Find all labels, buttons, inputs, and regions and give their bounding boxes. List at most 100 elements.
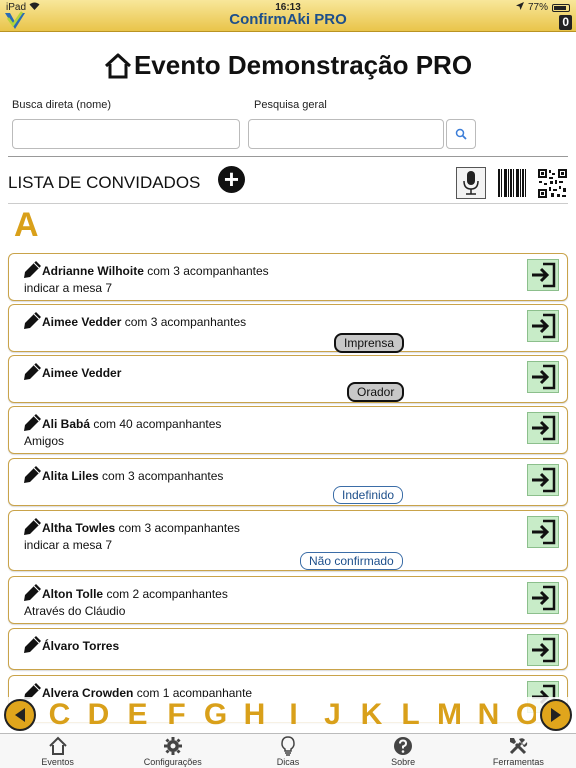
alphabet-next-button[interactable] — [540, 699, 572, 731]
guest-note: indicar a mesa 7 — [24, 538, 113, 552]
alphabet-letter[interactable]: C — [40, 698, 79, 732]
guest-tag: Orador — [347, 382, 405, 402]
guest-card[interactable]: Alita Liles com 3 acompanhantes Indefini… — [8, 458, 568, 506]
checkin-button[interactable] — [527, 582, 559, 614]
guest-info: Adrianne Wilhoite com 3 acompanhantes — [42, 264, 269, 278]
guest-card[interactable]: Aimee Vedder Orador — [8, 355, 568, 403]
notification-badge[interactable]: 0 — [559, 15, 572, 30]
guest-info: Aimee Vedder com 3 acompanhantes — [42, 315, 246, 329]
guest-name: Aimee Vedder — [42, 366, 122, 380]
alphabet-letter[interactable]: L — [391, 698, 430, 732]
checkin-button[interactable] — [527, 464, 559, 496]
alphabet-letter[interactable]: I — [274, 698, 313, 732]
chevron-right-icon — [551, 708, 561, 722]
tab-label: Ferramentas — [492, 757, 544, 767]
lightbulb-icon — [281, 736, 295, 756]
guest-companions: com 3 acompanhantes — [98, 469, 224, 483]
chevron-left-icon — [15, 708, 25, 722]
alphabet-letter[interactable]: G — [196, 698, 235, 732]
guest-card[interactable]: Álvaro Torres — [8, 628, 568, 670]
edit-pencil-icon[interactable] — [23, 260, 42, 279]
guest-name: Aimee Vedder — [42, 315, 122, 329]
section-letter: A — [14, 206, 39, 244]
tab-ferramentas[interactable]: Ferramentas — [461, 734, 576, 768]
search-button[interactable] — [446, 119, 476, 149]
guest-tag: Indefinido — [333, 486, 404, 504]
tab-eventos[interactable]: Eventos — [0, 734, 115, 768]
guest-tag: Não confirmado — [300, 552, 403, 570]
tab-label: Sobre — [391, 757, 416, 767]
edit-pencil-icon[interactable] — [23, 413, 42, 432]
event-title: Evento Demonstração PRO — [133, 50, 473, 80]
tab-dicas[interactable]: Dicas — [230, 734, 345, 768]
guest-info: Altha Towles com 3 acompanhantes — [42, 521, 240, 535]
tools-icon — [510, 738, 528, 755]
guest-companions: com 40 acompanhantes — [90, 417, 222, 431]
tab-configuracoes[interactable]: Configurações — [115, 734, 230, 768]
guest-companions: com 3 acompanhantes — [115, 521, 240, 535]
guest-companions: com 3 acompanhantes — [143, 264, 269, 278]
microphone-icon — [463, 171, 479, 195]
alphabet-letter[interactable]: K — [352, 698, 391, 732]
edit-pencil-icon[interactable] — [23, 362, 42, 381]
voice-search-button[interactable] — [456, 167, 486, 199]
guest-card[interactable]: Adrianne Wilhoite com 3 acompanhantes in… — [8, 253, 568, 301]
alphabet-letter[interactable]: H — [235, 698, 274, 732]
alphabet-letters: C D E F G H I J K L M N O P — [40, 697, 536, 733]
gear-icon — [163, 737, 182, 755]
alphabet-letter[interactable]: N — [469, 698, 508, 732]
checkin-icon — [532, 262, 556, 288]
guest-name: Álvaro Torres — [42, 639, 120, 653]
alphabet-letter[interactable]: D — [79, 698, 118, 732]
search-icon — [455, 128, 467, 140]
barcode-icon — [498, 169, 526, 197]
checkin-button[interactable] — [527, 259, 559, 291]
qr-code-icon[interactable] — [537, 168, 568, 199]
guest-card[interactable]: Alton Tolle com 2 acompanhantes Através … — [8, 576, 568, 624]
general-search-input[interactable] — [248, 119, 444, 149]
edit-pencil-icon[interactable] — [23, 517, 42, 536]
edit-pencil-icon[interactable] — [23, 583, 42, 602]
guest-card[interactable]: Aimee Vedder com 3 acompanhantes Imprens… — [8, 304, 568, 353]
alphabet-prev-button[interactable] — [4, 699, 36, 731]
guest-card[interactable]: Ali Babá com 40 acompanhantes Amigos — [8, 406, 568, 454]
help-icon — [394, 737, 413, 755]
alphabet-letter[interactable]: M — [430, 698, 469, 732]
checkin-icon — [532, 364, 556, 390]
barcode-scan-button[interactable] — [497, 168, 527, 198]
divider — [8, 203, 568, 204]
guest-name: Ali Babá — [42, 417, 91, 431]
guest-info: Álvaro Torres — [42, 639, 119, 653]
edit-pencil-icon[interactable] — [23, 635, 42, 654]
tab-label: Eventos — [41, 757, 74, 767]
checkin-icon — [532, 313, 556, 339]
checkin-icon — [532, 415, 556, 441]
guest-note: Através do Cláudio — [24, 604, 126, 618]
guest-note: indicar a mesa 7 — [24, 281, 113, 295]
guest-card[interactable]: Altha Towles com 3 acompanhantes indicar… — [8, 510, 568, 571]
direct-search-input[interactable] — [12, 119, 240, 149]
checkin-button[interactable] — [527, 634, 559, 666]
home-icon — [48, 736, 67, 755]
edit-pencil-icon[interactable] — [23, 465, 42, 484]
direct-search-label: Busca direta (nome) — [12, 99, 112, 111]
app-header: iPad 16:13 77% ConfirmAki PRO 0 — [0, 0, 576, 32]
guest-name: Altha Towles — [42, 521, 116, 535]
guest-companions: com 2 acompanhantes — [103, 587, 228, 601]
alphabet-letter[interactable]: O — [508, 698, 536, 732]
alphabet-letter[interactable]: F — [157, 698, 196, 732]
checkin-button[interactable] — [527, 412, 559, 444]
guest-info: Aimee Vedder — [42, 366, 121, 380]
edit-pencil-icon[interactable] — [23, 311, 42, 330]
home-icon[interactable] — [104, 53, 132, 79]
tab-sobre[interactable]: Sobre — [346, 734, 461, 768]
add-guest-button[interactable]: + — [218, 166, 245, 193]
checkin-button[interactable] — [527, 361, 559, 393]
checkin-button[interactable] — [527, 516, 559, 548]
checkin-button[interactable] — [527, 310, 559, 342]
tab-label: Configurações — [143, 757, 202, 767]
checkin-icon — [532, 585, 556, 611]
checkin-icon — [532, 519, 556, 545]
alphabet-letter[interactable]: J — [313, 698, 352, 732]
alphabet-letter[interactable]: E — [118, 698, 157, 732]
